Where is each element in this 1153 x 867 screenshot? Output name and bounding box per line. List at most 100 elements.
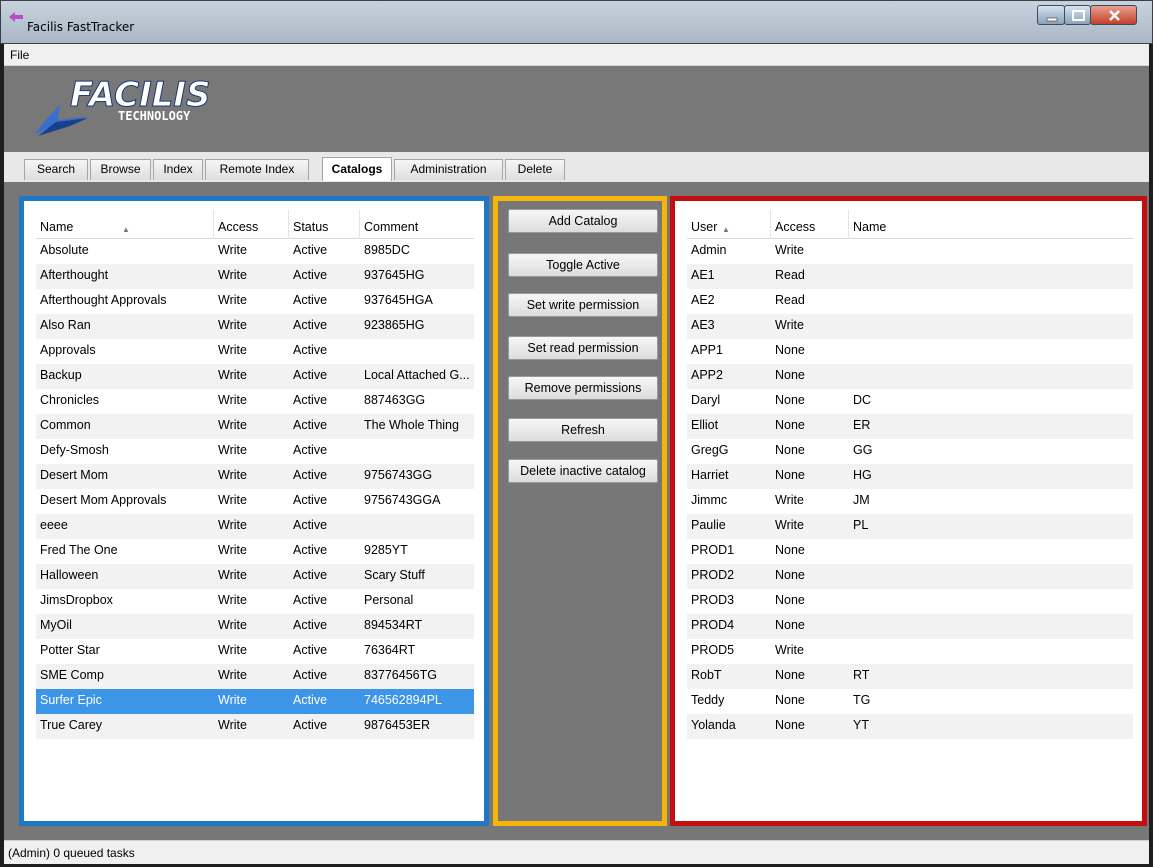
user-id-cell: GregG	[691, 443, 729, 457]
column-name[interactable]: Name ▲	[36, 210, 214, 239]
catalog-status-cell: Active	[293, 718, 328, 732]
catalog-access-cell: Write	[218, 293, 247, 307]
user-row[interactable]: AE1 Read	[687, 264, 1133, 289]
catalog-status-cell: Active	[293, 693, 328, 707]
facilis-logo: FACILIS TECHNOLOGY	[34, 76, 211, 136]
user-access-cell: None	[775, 693, 805, 707]
tab-catalogs[interactable]: Catalogs	[322, 157, 392, 181]
title-bar[interactable]: Facilis FastTracker	[0, 0, 1153, 44]
catalog-row[interactable]: Common Write Active The Whole Thing	[36, 414, 474, 439]
set-read-permission-button[interactable]: Set read permission	[508, 336, 658, 360]
catalog-row[interactable]: Absolute Write Active 8985DC	[36, 239, 474, 264]
user-row[interactable]: Elliot None ER	[687, 414, 1133, 439]
refresh-button[interactable]: Refresh	[508, 418, 658, 442]
column-comment[interactable]: Comment	[360, 210, 474, 239]
tab-index[interactable]: Index	[153, 159, 203, 180]
user-access-cell: Read	[775, 268, 805, 282]
catalog-row[interactable]: SME Comp Write Active 83776456TG	[36, 664, 474, 689]
window-title: Facilis FastTracker	[27, 20, 135, 34]
catalog-row[interactable]: Halloween Write Active Scary Stuff	[36, 564, 474, 589]
catalog-name-cell: MyOil	[40, 618, 72, 632]
column-user-name[interactable]: Name	[849, 210, 1133, 239]
remove-permissions-button[interactable]: Remove permissions	[508, 376, 658, 400]
catalog-row[interactable]: Chronicles Write Active 887463GG	[36, 389, 474, 414]
user-id-cell: AE2	[691, 293, 715, 307]
catalog-row[interactable]: Fred The One Write Active 9285YT	[36, 539, 474, 564]
catalog-access-cell: Write	[218, 543, 247, 557]
add-catalog-button[interactable]: Add Catalog	[508, 209, 658, 233]
catalog-row[interactable]: True Carey Write Active 9876453ER	[36, 714, 474, 739]
tab-delete[interactable]: Delete	[505, 159, 565, 180]
tab-browse[interactable]: Browse	[90, 159, 151, 180]
user-row[interactable]: AE3 Write	[687, 314, 1133, 339]
catalog-row[interactable]: Backup Write Active Local Attached G...	[36, 364, 474, 389]
catalog-row[interactable]: Afterthought Write Active 937645HG	[36, 264, 474, 289]
user-row[interactable]: PROD5 Write	[687, 639, 1133, 664]
logo-text-sub: TECHNOLOGY	[118, 109, 191, 123]
catalog-row[interactable]: Potter Star Write Active 76364RT	[36, 639, 474, 664]
user-row[interactable]: APP1 None	[687, 339, 1133, 364]
minimize-button[interactable]	[1037, 5, 1065, 25]
catalog-name-cell: Common	[40, 418, 91, 432]
catalog-status-cell: Active	[293, 343, 328, 357]
user-row[interactable]: Harriet None HG	[687, 464, 1133, 489]
catalog-comment-cell: 9876453ER	[364, 718, 431, 732]
catalog-row[interactable]: Defy-Smosh Write Active	[36, 439, 474, 464]
catalog-row[interactable]: Afterthought Approvals Write Active 937645H…	[36, 289, 474, 314]
user-row[interactable]: PROD3 None	[687, 589, 1133, 614]
close-button[interactable]	[1090, 5, 1137, 25]
catalog-row[interactable]: Desert Mom Approvals Write Active 9756743GG…	[36, 489, 474, 514]
user-row[interactable]: Teddy None TG	[687, 689, 1133, 714]
catalog-row[interactable]: eeee Write Active	[36, 514, 474, 539]
catalog-comment-cell: 937645HG	[364, 268, 425, 282]
user-row[interactable]: Paulie Write PL	[687, 514, 1133, 539]
user-name-cell	[849, 614, 1133, 639]
set-write-permission-button[interactable]: Set write permission	[508, 293, 658, 317]
tab-remote-index[interactable]: Remote Index	[205, 159, 309, 180]
user-access-cell: None	[775, 368, 805, 382]
catalog-comment-cell: 83776456TG	[364, 668, 437, 682]
catalog-row[interactable]: Approvals Write Active	[36, 339, 474, 364]
catalog-name-cell: Fred The One	[40, 543, 118, 557]
user-access-cell: None	[775, 343, 805, 357]
user-access-cell: None	[775, 468, 805, 482]
toggle-active-button[interactable]: Toggle Active	[508, 253, 658, 277]
user-row[interactable]: RobT None RT	[687, 664, 1133, 689]
user-id-cell: PROD5	[691, 643, 735, 657]
user-id-cell: PROD3	[691, 593, 735, 607]
user-row[interactable]: PROD1 None	[687, 539, 1133, 564]
catalog-status-cell: Active	[293, 468, 328, 482]
catalog-status-cell: Active	[293, 293, 328, 307]
catalog-comment-cell: 76364RT	[364, 643, 416, 657]
catalog-row[interactable]: Also Ran Write Active 923865HG	[36, 314, 474, 339]
user-id-cell: AE3	[691, 318, 715, 332]
user-id-cell: Elliot	[691, 418, 719, 432]
column-access[interactable]: Access	[214, 210, 289, 239]
catalog-row[interactable]: Surfer Epic Write Active 746562894PL	[36, 689, 474, 714]
delete-inactive-catalog-button[interactable]: Delete inactive catalog	[508, 459, 658, 483]
tab-search[interactable]: Search	[24, 159, 88, 180]
catalogs-table: Name ▲ Access Status Comment Absolute Wri…	[36, 210, 474, 813]
column-status[interactable]: Status	[289, 210, 360, 239]
user-name-cell: ER	[853, 418, 871, 432]
user-row[interactable]: APP2 None	[687, 364, 1133, 389]
maximize-button[interactable]	[1064, 5, 1091, 25]
user-access-cell: Write	[775, 318, 804, 332]
user-row[interactable]: Admin Write	[687, 239, 1133, 264]
catalog-row[interactable]: Desert Mom Write Active 9756743GG	[36, 464, 474, 489]
user-name-cell: YT	[853, 718, 869, 732]
user-row[interactable]: Jimmc Write JM	[687, 489, 1133, 514]
user-row[interactable]: GregG None GG	[687, 439, 1133, 464]
user-row[interactable]: Daryl None DC	[687, 389, 1133, 414]
user-row[interactable]: AE2 Read	[687, 289, 1133, 314]
user-row[interactable]: PROD4 None	[687, 614, 1133, 639]
column-user[interactable]: User ▲	[687, 210, 771, 239]
user-row[interactable]: Yolanda None YT	[687, 714, 1133, 739]
tab-administration[interactable]: Administration	[394, 159, 503, 180]
user-row[interactable]: PROD2 None	[687, 564, 1133, 589]
catalog-row[interactable]: MyOil Write Active 894534RT	[36, 614, 474, 639]
catalog-row[interactable]: JimsDropbox Write Active Personal	[36, 589, 474, 614]
menu-file[interactable]: File	[10, 48, 29, 62]
column-access[interactable]: Access	[771, 210, 849, 239]
user-access-cell: None	[775, 668, 805, 682]
